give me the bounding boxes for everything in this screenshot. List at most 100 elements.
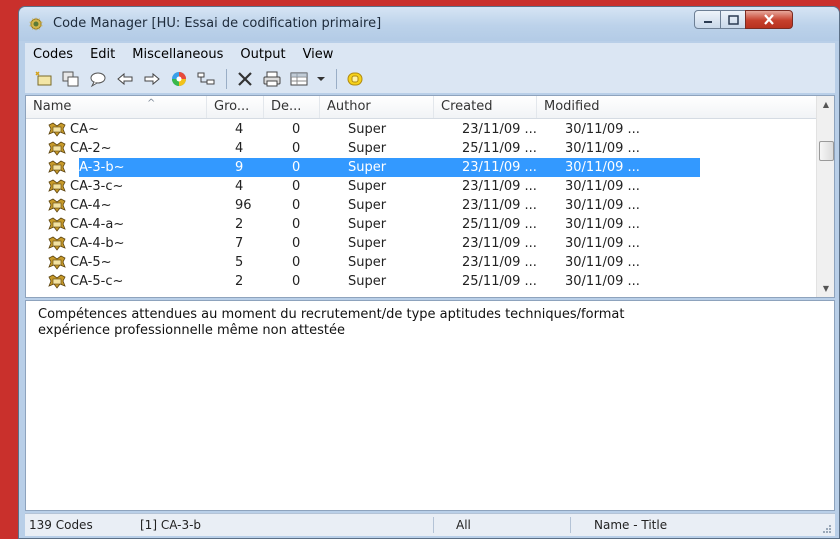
cell-de: 0 [292, 141, 301, 156]
cell-name: CA-4~ [70, 198, 112, 213]
list-item[interactable]: CA-5-c~ 2 0 Super 25/11/09 ... 30/11/09 ... [26, 272, 816, 291]
minimize-icon [703, 20, 712, 23]
column-header-modified[interactable]: Modified [537, 96, 816, 118]
cell-de: 0 [292, 255, 301, 270]
back-button[interactable] [114, 68, 136, 90]
copy-icon [62, 71, 79, 87]
cell-modified: 30/11/09 ... [565, 141, 640, 156]
menu-miscellaneous[interactable]: Miscellaneous [124, 47, 232, 62]
cell-name: CA-5~ [70, 255, 112, 270]
status-divider [433, 517, 434, 533]
cell-modified: 30/11/09 ... [565, 179, 640, 194]
forward-arrow-icon [144, 72, 160, 86]
close-button[interactable] [745, 10, 793, 29]
column-header-name[interactable]: Name ^ [26, 96, 207, 118]
code-comment-pane[interactable]: Compétences attendues au moment du recru… [25, 300, 835, 511]
scroll-up-arrow-icon[interactable]: ▲ [817, 96, 834, 113]
code-icon [47, 217, 67, 232]
title-bar[interactable]: Code Manager [HU: Essai de codification … [19, 7, 839, 41]
cell-de: 0 [292, 198, 301, 213]
cell-created: 23/11/09 ... [462, 122, 537, 137]
highlight-icon [347, 72, 363, 86]
cell-de: 0 [292, 236, 301, 251]
cell-name: CA~ [70, 122, 99, 137]
toolbar-separator [336, 69, 337, 89]
column-header-created[interactable]: Created [434, 96, 537, 118]
list-item[interactable]: CA-2~ 4 0 Super 25/11/09 ... 30/11/09 ... [26, 139, 816, 158]
list-item[interactable]: CA~ 4 0 Super 23/11/09 ... 30/11/09 ... [26, 120, 816, 139]
code-icon [47, 141, 67, 156]
comment-text-line: expérience professionnelle même non atte… [38, 323, 346, 338]
close-icon [764, 14, 774, 25]
table-button[interactable] [288, 68, 310, 90]
status-sort: Name - Title [594, 518, 668, 532]
column-header-label: Name [33, 99, 72, 114]
forward-button[interactable] [141, 68, 163, 90]
column-header-density[interactable]: De... [264, 96, 320, 118]
minimize-button[interactable] [694, 10, 721, 29]
cell-gro: 7 [235, 236, 244, 251]
color-button[interactable] [168, 68, 190, 90]
cell-created: 25/11/09 ... [462, 274, 537, 289]
resize-grip-icon[interactable] [822, 524, 832, 534]
status-current-code: [1] CA-3-b [140, 518, 202, 532]
comment-text-line: Compétences attendues au moment du recru… [38, 307, 625, 322]
scroll-down-arrow-icon[interactable]: ▼ [817, 280, 834, 297]
new-code-button[interactable] [33, 68, 55, 90]
color-wheel-icon [172, 72, 186, 86]
cell-modified: 30/11/09 ... [565, 255, 640, 270]
list-item[interactable]: CA-4~ 96 0 Super 23/11/09 ... 30/11/09 ... [26, 196, 816, 215]
code-icon [47, 236, 67, 251]
maximize-button[interactable] [720, 10, 746, 29]
cell-author: Super [348, 122, 387, 137]
cell-modified: 30/11/09 ... [565, 160, 640, 175]
cell-name: CA-3-c~ [70, 179, 124, 194]
dropdown-arrow-icon [317, 77, 325, 81]
menu-codes[interactable]: Codes [25, 47, 82, 62]
cell-created: 23/11/09 ... [462, 160, 537, 175]
code-manager-window: Code Manager [HU: Essai de codification … [18, 6, 840, 539]
cell-de: 0 [292, 274, 301, 289]
toolbar-separator [226, 69, 227, 89]
cell-de: 0 [292, 179, 301, 194]
column-header-author[interactable]: Author [320, 96, 434, 118]
cell-gro: 2 [235, 217, 244, 232]
maximize-icon [727, 14, 739, 25]
codes-list[interactable]: Name ^ Gro... De... Author Created Modif… [25, 95, 835, 298]
cell-gro: 4 [235, 141, 244, 156]
cell-gro: 9 [235, 160, 244, 175]
status-bar: 139 Codes [1] CA-3-b All Name - Title [25, 513, 835, 536]
cell-modified: 30/11/09 ... [565, 198, 640, 213]
cell-author: Super [348, 236, 387, 251]
scroll-thumb[interactable] [819, 141, 834, 161]
cell-de: 0 [292, 160, 301, 175]
column-header-groundedness[interactable]: Gro... [207, 96, 264, 118]
hierarchy-button[interactable] [195, 68, 217, 90]
sort-ascending-icon: ^ [147, 98, 156, 109]
highlight-button[interactable] [344, 68, 366, 90]
code-icon [47, 160, 67, 175]
cell-modified: 30/11/09 ... [565, 217, 640, 232]
cell-created: 23/11/09 ... [462, 255, 537, 270]
table-dropdown-button[interactable] [315, 68, 327, 90]
list-item[interactable]: CA-3-c~ 4 0 Super 23/11/09 ... 30/11/09 ... [26, 177, 816, 196]
menu-edit[interactable]: Edit [82, 47, 124, 62]
copy-button[interactable] [60, 68, 82, 90]
print-button[interactable] [261, 68, 283, 90]
cell-de: 0 [292, 122, 301, 137]
delete-button[interactable] [234, 68, 256, 90]
comment-icon [90, 72, 106, 88]
menu-output[interactable]: Output [232, 47, 294, 62]
code-icon [47, 198, 67, 213]
list-item[interactable]: CA-5~ 5 0 Super 23/11/09 ... 30/11/09 ... [26, 253, 816, 272]
cell-name: CA-5-c~ [70, 274, 124, 289]
menu-view[interactable]: View [295, 47, 343, 62]
list-item[interactable]: CA-4-b~ 7 0 Super 23/11/09 ... 30/11/09 ... [26, 234, 816, 253]
cell-author: Super [348, 179, 387, 194]
list-scrollbar[interactable]: ▲ ▼ [816, 96, 834, 297]
cell-gro: 96 [235, 198, 252, 213]
list-item[interactable]: CA-4-a~ 2 0 Super 25/11/09 ... 30/11/09 ... [26, 215, 816, 234]
list-header: Name ^ Gro... De... Author Created Modif… [26, 96, 816, 119]
list-item[interactable]: CA-3-b~ 9 0 Super 23/11/09 ... 30/11/09 ... [26, 158, 816, 177]
comment-button[interactable] [87, 68, 109, 90]
